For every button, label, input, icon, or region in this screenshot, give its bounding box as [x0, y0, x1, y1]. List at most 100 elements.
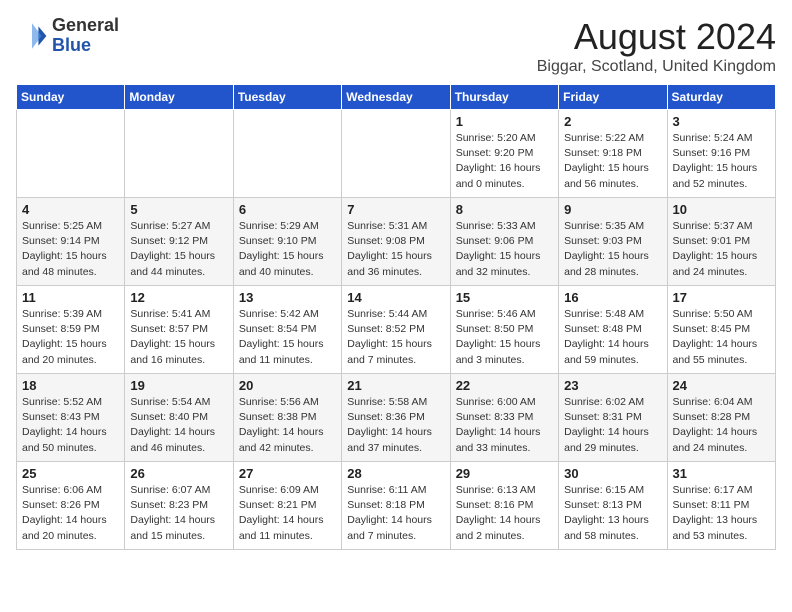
day-info: Sunrise: 5:50 AMSunset: 8:45 PMDaylight:… — [673, 307, 770, 368]
day-info: Sunrise: 6:07 AMSunset: 8:23 PMDaylight:… — [130, 483, 227, 544]
day-cell: 26 Sunrise: 6:07 AMSunset: 8:23 PMDayligh… — [125, 462, 233, 550]
day-info: Sunrise: 5:24 AMSunset: 9:16 PMDaylight:… — [673, 131, 770, 192]
day-cell — [17, 110, 125, 198]
day-number: 17 — [673, 290, 770, 305]
logo-general: General — [52, 16, 119, 36]
day-info: Sunrise: 5:29 AMSunset: 9:10 PMDaylight:… — [239, 219, 336, 280]
day-cell: 28 Sunrise: 6:11 AMSunset: 8:18 PMDayligh… — [342, 462, 450, 550]
day-info: Sunrise: 5:56 AMSunset: 8:38 PMDaylight:… — [239, 395, 336, 456]
calendar-header: SundayMondayTuesdayWednesdayThursdayFrid… — [17, 85, 776, 110]
day-number: 31 — [673, 466, 770, 481]
day-number: 22 — [456, 378, 553, 393]
day-info: Sunrise: 6:09 AMSunset: 8:21 PMDaylight:… — [239, 483, 336, 544]
day-cell: 25 Sunrise: 6:06 AMSunset: 8:26 PMDayligh… — [17, 462, 125, 550]
day-number: 4 — [22, 202, 119, 217]
day-number: 14 — [347, 290, 444, 305]
header-cell-monday: Monday — [125, 85, 233, 110]
day-info: Sunrise: 5:25 AMSunset: 9:14 PMDaylight:… — [22, 219, 119, 280]
day-number: 12 — [130, 290, 227, 305]
day-number: 18 — [22, 378, 119, 393]
day-number: 9 — [564, 202, 661, 217]
day-cell: 17 Sunrise: 5:50 AMSunset: 8:45 PMDayligh… — [667, 286, 775, 374]
day-info: Sunrise: 6:00 AMSunset: 8:33 PMDaylight:… — [456, 395, 553, 456]
day-cell: 27 Sunrise: 6:09 AMSunset: 8:21 PMDayligh… — [233, 462, 341, 550]
day-info: Sunrise: 5:42 AMSunset: 8:54 PMDaylight:… — [239, 307, 336, 368]
day-cell: 15Sunrise: 5:46 AMSunset: 8:50 PMDayligh… — [450, 286, 558, 374]
day-number: 2 — [564, 114, 661, 129]
day-info: Sunrise: 6:15 AMSunset: 8:13 PMDaylight:… — [564, 483, 661, 544]
day-cell: 23 Sunrise: 6:02 AMSunset: 8:31 PMDayligh… — [559, 374, 667, 462]
day-info: Sunrise: 6:11 AMSunset: 8:18 PMDaylight:… — [347, 483, 444, 544]
day-number: 27 — [239, 466, 336, 481]
day-number: 6 — [239, 202, 336, 217]
logo-blue: Blue — [52, 36, 119, 56]
day-number: 26 — [130, 466, 227, 481]
week-row-3: 11 Sunrise: 5:39 AMSunset: 8:59 PMDayligh… — [17, 286, 776, 374]
header-cell-friday: Friday — [559, 85, 667, 110]
day-cell: 7 Sunrise: 5:31 AMSunset: 9:08 PMDaylight… — [342, 198, 450, 286]
day-number: 11 — [22, 290, 119, 305]
day-info: Sunrise: 5:27 AMSunset: 9:12 PMDaylight:… — [130, 219, 227, 280]
day-cell — [342, 110, 450, 198]
day-number: 13 — [239, 290, 336, 305]
header-row: SundayMondayTuesdayWednesdayThursdayFrid… — [17, 85, 776, 110]
header-cell-tuesday: Tuesday — [233, 85, 341, 110]
day-cell: 20Sunrise: 5:56 AMSunset: 8:38 PMDayligh… — [233, 374, 341, 462]
logo: General Blue — [16, 16, 119, 56]
day-cell: 29Sunrise: 6:13 AMSunset: 8:16 PMDayligh… — [450, 462, 558, 550]
day-info: Sunrise: 6:06 AMSunset: 8:26 PMDaylight:… — [22, 483, 119, 544]
day-cell: 22 Sunrise: 6:00 AMSunset: 8:33 PMDayligh… — [450, 374, 558, 462]
logo-icon — [16, 20, 48, 52]
day-cell: 30 Sunrise: 6:15 AMSunset: 8:13 PMDayligh… — [559, 462, 667, 550]
day-info: Sunrise: 6:04 AMSunset: 8:28 PMDaylight:… — [673, 395, 770, 456]
day-number: 1 — [456, 114, 553, 129]
day-info: Sunrise: 5:39 AMSunset: 8:59 PMDaylight:… — [22, 307, 119, 368]
week-row-5: 25 Sunrise: 6:06 AMSunset: 8:26 PMDayligh… — [17, 462, 776, 550]
day-cell: 10Sunrise: 5:37 AMSunset: 9:01 PMDayligh… — [667, 198, 775, 286]
page-header: General Blue August 2024 Biggar, Scotlan… — [16, 16, 776, 76]
day-cell: 18 Sunrise: 5:52 AMSunset: 8:43 PMDayligh… — [17, 374, 125, 462]
day-number: 21 — [347, 378, 444, 393]
day-cell: 31 Sunrise: 6:17 AMSunset: 8:11 PMDayligh… — [667, 462, 775, 550]
day-info: Sunrise: 5:37 AMSunset: 9:01 PMDaylight:… — [673, 219, 770, 280]
day-info: Sunrise: 5:52 AMSunset: 8:43 PMDaylight:… — [22, 395, 119, 456]
day-info: Sunrise: 5:22 AMSunset: 9:18 PMDaylight:… — [564, 131, 661, 192]
day-number: 23 — [564, 378, 661, 393]
day-number: 7 — [347, 202, 444, 217]
calendar-table: SundayMondayTuesdayWednesdayThursdayFrid… — [16, 84, 776, 550]
header-cell-thursday: Thursday — [450, 85, 558, 110]
day-info: Sunrise: 6:02 AMSunset: 8:31 PMDaylight:… — [564, 395, 661, 456]
day-number: 16 — [564, 290, 661, 305]
day-cell: 9Sunrise: 5:35 AMSunset: 9:03 PMDaylight… — [559, 198, 667, 286]
day-number: 24 — [673, 378, 770, 393]
day-number: 19 — [130, 378, 227, 393]
day-cell: 4 Sunrise: 5:25 AMSunset: 9:14 PMDaylight… — [17, 198, 125, 286]
day-cell: 12 Sunrise: 5:41 AMSunset: 8:57 PMDayligh… — [125, 286, 233, 374]
day-info: Sunrise: 6:17 AMSunset: 8:11 PMDaylight:… — [673, 483, 770, 544]
day-cell — [125, 110, 233, 198]
day-info: Sunrise: 5:20 AMSunset: 9:20 PMDaylight:… — [456, 131, 553, 192]
day-cell: 19Sunrise: 5:54 AMSunset: 8:40 PMDayligh… — [125, 374, 233, 462]
title-block: August 2024 Biggar, Scotland, United Kin… — [537, 16, 776, 76]
day-number: 5 — [130, 202, 227, 217]
day-number: 8 — [456, 202, 553, 217]
day-cell: 8 Sunrise: 5:33 AMSunset: 9:06 PMDaylight… — [450, 198, 558, 286]
day-number: 3 — [673, 114, 770, 129]
day-info: Sunrise: 5:33 AMSunset: 9:06 PMDaylight:… — [456, 219, 553, 280]
location-subtitle: Biggar, Scotland, United Kingdom — [537, 58, 776, 76]
header-cell-saturday: Saturday — [667, 85, 775, 110]
day-number: 25 — [22, 466, 119, 481]
day-number: 28 — [347, 466, 444, 481]
day-info: Sunrise: 5:46 AMSunset: 8:50 PMDaylight:… — [456, 307, 553, 368]
day-cell: 1 Sunrise: 5:20 AMSunset: 9:20 PMDaylight… — [450, 110, 558, 198]
day-number: 30 — [564, 466, 661, 481]
header-cell-wednesday: Wednesday — [342, 85, 450, 110]
day-info: Sunrise: 5:31 AMSunset: 9:08 PMDaylight:… — [347, 219, 444, 280]
day-cell: 3 Sunrise: 5:24 AMSunset: 9:16 PMDaylight… — [667, 110, 775, 198]
week-row-2: 4 Sunrise: 5:25 AMSunset: 9:14 PMDaylight… — [17, 198, 776, 286]
day-info: Sunrise: 5:41 AMSunset: 8:57 PMDaylight:… — [130, 307, 227, 368]
day-cell: 16Sunrise: 5:48 AMSunset: 8:48 PMDayligh… — [559, 286, 667, 374]
day-cell: 24 Sunrise: 6:04 AMSunset: 8:28 PMDayligh… — [667, 374, 775, 462]
day-info: Sunrise: 6:13 AMSunset: 8:16 PMDaylight:… — [456, 483, 553, 544]
week-row-4: 18 Sunrise: 5:52 AMSunset: 8:43 PMDayligh… — [17, 374, 776, 462]
